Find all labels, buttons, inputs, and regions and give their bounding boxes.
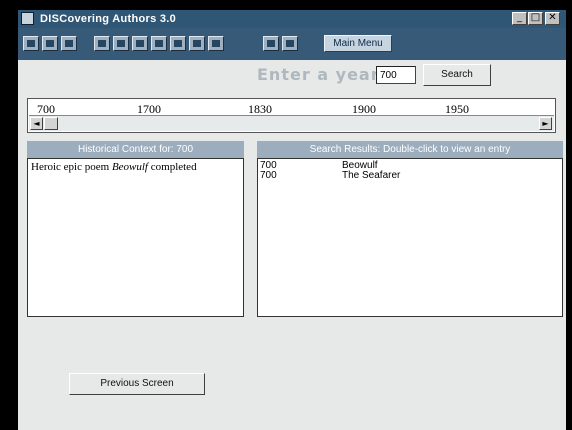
timeline-scrollbar[interactable]: ◄ ► <box>29 115 554 131</box>
scroll-thumb[interactable] <box>44 117 58 130</box>
historical-context-box: Heroic epic poem Beowulf completed <box>27 158 244 317</box>
save-icon[interactable] <box>23 36 39 51</box>
tool-icon-2[interactable] <box>113 36 129 51</box>
tool-icon-8[interactable] <box>263 36 279 51</box>
tool-icon-7[interactable] <box>208 36 224 51</box>
tool-icon-9[interactable] <box>282 36 298 51</box>
tool-icon-1[interactable] <box>94 36 110 51</box>
tool-icon-3[interactable] <box>132 36 148 51</box>
tool-icon-6[interactable] <box>189 36 205 51</box>
search-results-header: Search Results: Double-click to view an … <box>257 141 563 158</box>
search-button[interactable]: Search <box>423 64 491 86</box>
scroll-right-icon[interactable]: ► <box>539 117 552 130</box>
maximize-button[interactable]: □ <box>528 12 543 25</box>
main-menu-button[interactable]: Main Menu <box>324 35 392 52</box>
year-input[interactable] <box>376 66 416 84</box>
title-bar: DISCovering Authors 3.0 _ □ ✕ <box>18 10 566 28</box>
year-label: Enter a year: <box>257 65 388 84</box>
historical-context-header: Historical Context for: 700 <box>27 141 244 158</box>
print-icon[interactable] <box>42 36 58 51</box>
app-icon <box>21 12 34 25</box>
window-title: DISCovering Authors 3.0 <box>40 13 177 25</box>
minimize-button[interactable]: _ <box>512 12 527 25</box>
app-window: DISCovering Authors 3.0 _ □ ✕ Main Menu … <box>18 10 566 430</box>
scroll-left-icon[interactable]: ◄ <box>30 117 43 130</box>
tool-icon-4[interactable] <box>151 36 167 51</box>
historical-context-text: Heroic epic poem Beowulf completed <box>31 161 197 173</box>
tool-icon-5[interactable] <box>170 36 186 51</box>
previous-screen-button[interactable]: Previous Screen <box>69 373 205 395</box>
close-button[interactable]: ✕ <box>545 12 560 25</box>
help-icon[interactable] <box>61 36 77 51</box>
toolbar: Main Menu <box>18 28 566 60</box>
search-results-list[interactable]: 700 Beowulf 700 The Seafarer <box>257 158 563 317</box>
timeline[interactable]: 700 1700 1830 1900 1950 ◄ ► <box>27 98 556 133</box>
